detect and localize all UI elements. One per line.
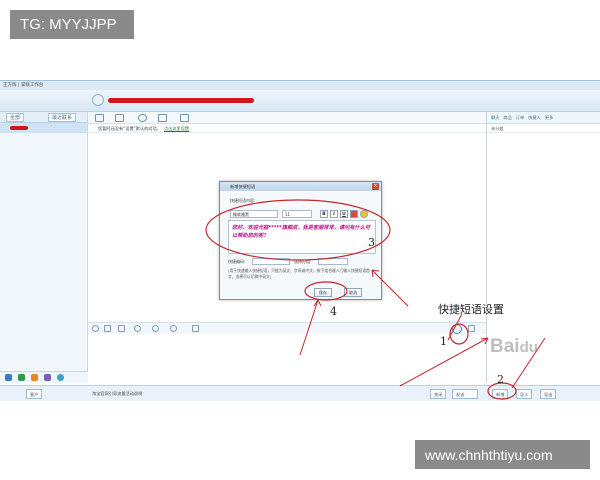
export-button[interactable]: 导出 <box>540 389 557 399</box>
info-tab[interactable]: 聊天 <box>491 115 499 120</box>
customer-button[interactable]: 客户 <box>26 389 43 399</box>
shortcut-code-input[interactable] <box>252 258 290 265</box>
quick-phrase-button[interactable] <box>452 324 462 334</box>
screenshot-icon[interactable] <box>134 325 141 332</box>
underline-button[interactable]: U <box>340 210 348 218</box>
dialog-title: 新增快捷短语 × <box>220 182 381 191</box>
more-icon[interactable] <box>468 325 475 332</box>
history-icon[interactable] <box>152 325 159 332</box>
close-chat-button[interactable]: 关闭 <box>430 389 447 399</box>
image-icon[interactable] <box>118 325 125 332</box>
annotation-step-3: 3 <box>368 236 375 249</box>
info-tab[interactable]: 更多 <box>545 115 553 120</box>
shortcut-note: (用于快速输入快捷短语，只能为英文、字母或中文，按下组合键入门输入快捷短语首字，… <box>228 268 370 279</box>
bold-button[interactable]: B <box>320 210 328 218</box>
dialog-title-text: 新增快捷短语 <box>230 184 256 189</box>
app-icon[interactable] <box>31 374 38 381</box>
app-icon[interactable] <box>5 374 12 381</box>
contact-card-icon[interactable] <box>95 114 104 122</box>
contacts-panel: 全部 最近联系 <box>0 112 88 382</box>
info-tabs: 聊天 商品 订单 快捷入 更多 <box>487 112 600 124</box>
left-footer-icons <box>0 371 88 383</box>
input-toolbar <box>88 322 486 334</box>
app-icon[interactable] <box>18 374 25 381</box>
document-icon[interactable] <box>192 325 199 332</box>
watermark-top-left: TG: MYYJJPP <box>10 10 134 39</box>
transfer-icon[interactable] <box>138 114 147 122</box>
content-label: 快捷短语内容: <box>230 198 256 203</box>
italic-button[interactable]: I <box>330 210 338 218</box>
annotation-step-2: 2 <box>497 373 504 386</box>
notice-link[interactable]: 点击这里设置 <box>164 126 189 131</box>
color-icon[interactable] <box>350 210 358 218</box>
emoji-icon[interactable] <box>92 325 99 332</box>
cancel-button[interactable]: 取消 <box>344 288 362 297</box>
close-icon[interactable]: × <box>372 183 379 190</box>
send-button[interactable]: 发送 <box>452 389 478 399</box>
emoji-icon[interactable] <box>360 210 368 218</box>
annotation-step-1: 1 <box>440 335 447 348</box>
group-label: 选择分组: <box>294 259 312 264</box>
status-text: 淘宝官网引导流量活动说明 <box>92 391 143 396</box>
group-header: 未分组 <box>487 124 600 133</box>
contacts-tabs: 全部 最近联系 <box>0 112 87 123</box>
save-button[interactable]: 保存 <box>314 288 332 297</box>
tab-all[interactable]: 全部 <box>6 113 25 122</box>
video-icon[interactable] <box>115 114 124 122</box>
tab-recent[interactable]: 最近联系 <box>48 113 77 122</box>
new-phrase-button[interactable]: 新增 <box>492 389 509 399</box>
notice-bar: 您暂时还没有“设置”默认的对话， 点击这里设置 <box>88 124 486 133</box>
font-size-select[interactable]: 11 <box>282 210 312 218</box>
redacted-username <box>108 98 254 103</box>
info-tab[interactable]: 商品 <box>503 115 511 120</box>
phrase-content-editor[interactable]: 您好，欢迎光临*****旗舰店，我是客服常常，请问有什么可以帮助您的呢？ <box>228 220 376 254</box>
annotation-quick-phrase-setting: 快捷短语设置 <box>438 303 504 316</box>
shortcut-code-label: 快捷编码: <box>228 259 246 264</box>
top-toolbar <box>0 90 600 112</box>
chat-toolbar <box>88 112 486 124</box>
window-title: 王方辉 | 掌联工作台 <box>0 81 600 90</box>
redacted-contact-name <box>10 126 28 130</box>
font-select[interactable]: 微软雅黑 <box>230 210 278 218</box>
status-bar: 客户 淘宝官网引导流量活动说明 关闭 发送 新增 导入 导出 <box>0 385 600 401</box>
avatar[interactable] <box>92 94 104 106</box>
annotation-step-4: 4 <box>330 305 337 318</box>
group-select[interactable] <box>318 258 348 265</box>
import-button[interactable]: 导入 <box>516 389 533 399</box>
info-tab[interactable]: 订单 <box>516 115 524 120</box>
screen-icon[interactable] <box>158 114 167 122</box>
contact-item[interactable] <box>0 123 87 133</box>
notice-text: 您暂时还没有“设置”默认的对话， <box>98 126 161 131</box>
baidu-logo-watermark: Baidu <box>490 336 538 357</box>
font-icon[interactable] <box>104 325 111 332</box>
info-tab[interactable]: 快捷入 <box>528 115 541 120</box>
watermark-bottom-right: www.chnhthtiyu.com <box>415 440 590 469</box>
quick-phrase-dialog: 新增快捷短语 × 快捷短语内容: 微软雅黑 11 B I U 您好，欢迎光临**… <box>219 181 382 300</box>
app-icon[interactable] <box>57 374 64 381</box>
lock-icon[interactable] <box>180 114 189 122</box>
app-icon[interactable] <box>44 374 51 381</box>
heart-icon[interactable] <box>170 325 177 332</box>
